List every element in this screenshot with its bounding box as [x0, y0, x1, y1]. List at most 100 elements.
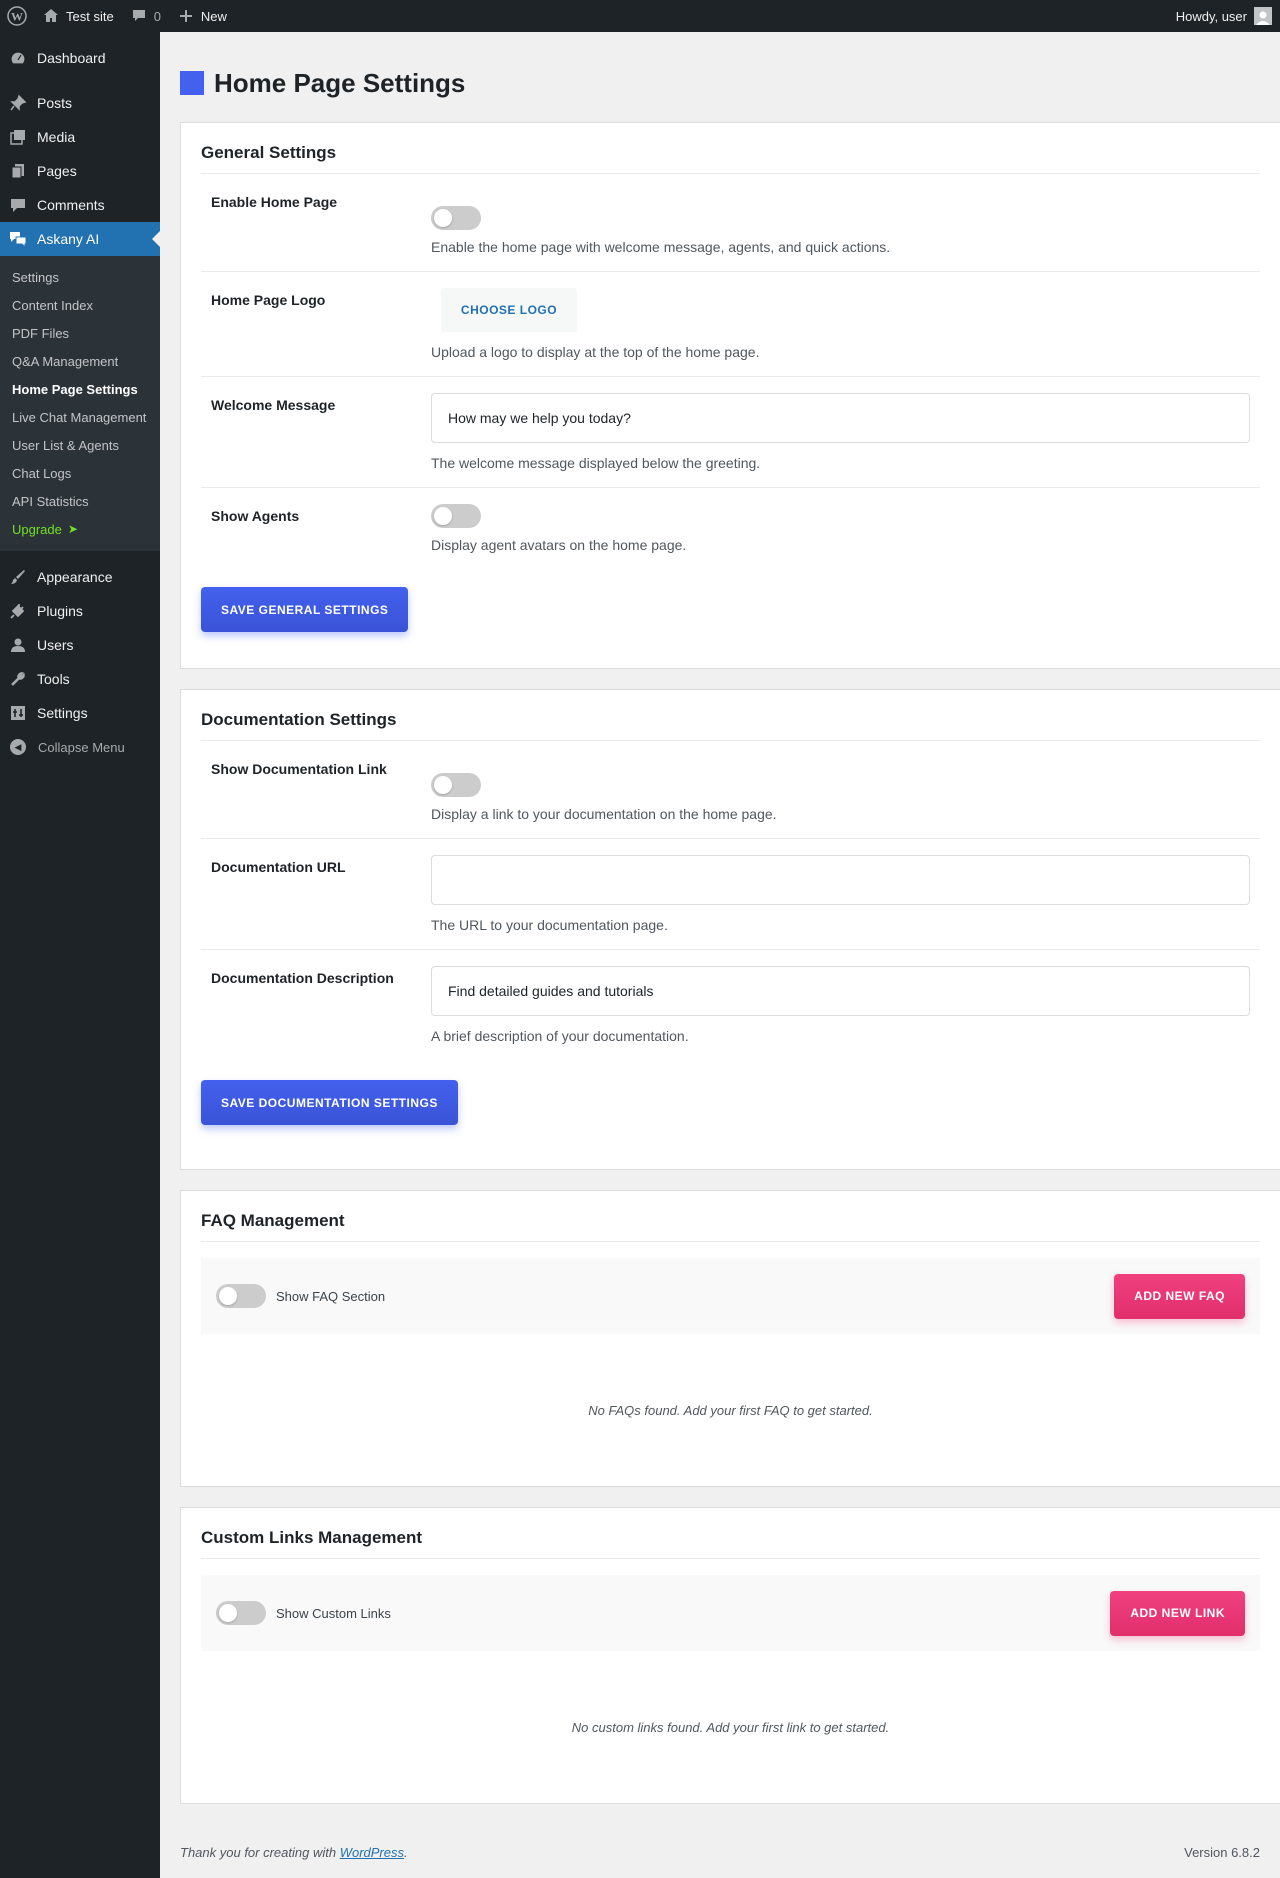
sidebar-item-users[interactable]: Users: [0, 628, 160, 662]
faq-toolbar: Show FAQ Section ADD NEW FAQ: [201, 1258, 1260, 1334]
new-content-link[interactable]: New: [169, 0, 235, 32]
wordpress-logo-icon[interactable]: W: [0, 0, 34, 32]
field-label: Show Agents: [211, 508, 300, 524]
enable-home-page-toggle[interactable]: [431, 206, 481, 230]
collapse-label: Collapse Menu: [38, 739, 125, 755]
collapse-menu-button[interactable]: ◀ Collapse Menu: [0, 730, 160, 764]
field-description: Upload a logo to display at the top of t…: [431, 344, 760, 360]
wordpress-link[interactable]: WordPress: [340, 1845, 404, 1860]
sidebar-item-pages[interactable]: Pages: [0, 154, 160, 188]
sidebar-item-plugins[interactable]: Plugins: [0, 594, 160, 628]
card-title: Custom Links Management: [201, 1508, 1260, 1559]
welcome-message-input[interactable]: How may we help you today?: [431, 393, 1250, 443]
submenu-item-user-list-agents[interactable]: User List & Agents: [0, 431, 160, 459]
sidebar-item-askany-ai[interactable]: Askany AI: [0, 222, 160, 256]
documentation-description-input[interactable]: Find detailed guides and tutorials: [431, 966, 1250, 1016]
home-icon: [42, 7, 60, 25]
site-link[interactable]: Test site: [34, 0, 122, 32]
sidebar-item-dashboard[interactable]: Dashboard: [0, 41, 160, 75]
card-title: FAQ Management: [201, 1191, 1260, 1242]
submenu-item-chat-logs[interactable]: Chat Logs: [0, 459, 160, 487]
settings-row: Documentation URL The URL to your docume…: [201, 839, 1260, 950]
media-icon: [9, 128, 27, 146]
howdy-text: Howdy, user: [1175, 8, 1247, 24]
field-label: Enable Home Page: [211, 194, 338, 210]
choose-logo-button[interactable]: CHOOSE LOGO: [441, 288, 577, 332]
field-label: Documentation Description: [211, 970, 394, 986]
sidebar-item-label: Pages: [37, 163, 77, 179]
sidebar-item-comments[interactable]: Comments: [0, 188, 160, 222]
page-header: Home Page Settings: [180, 32, 1280, 122]
brush-icon: [9, 568, 27, 586]
card-title: General Settings: [201, 123, 1260, 174]
links-empty-message: No custom links found. Add your first li…: [571, 1719, 890, 1735]
submenu-item-qa-management[interactable]: Q&A Management: [0, 347, 160, 375]
sidebar-item-label: Posts: [37, 95, 73, 111]
field-description: Display a link to your documentation on …: [431, 806, 777, 822]
submenu-item-home-page-settings[interactable]: Home Page Settings: [0, 375, 160, 403]
sidebar-item-appearance[interactable]: Appearance: [0, 560, 160, 594]
field-label: Welcome Message: [211, 397, 336, 413]
show-documentation-link-toggle[interactable]: [431, 773, 481, 797]
add-new-faq-button[interactable]: ADD NEW FAQ: [1114, 1273, 1245, 1319]
submenu-item-upgrade[interactable]: Upgrade ➤: [0, 515, 160, 543]
submenu-item-pdf-files[interactable]: PDF Files: [0, 319, 160, 347]
field-label: Documentation URL: [211, 859, 346, 875]
general-settings-card: General Settings Enable Home Page Enable…: [180, 122, 1280, 669]
field-description: The welcome message displayed below the …: [431, 455, 761, 471]
new-label: New: [200, 8, 227, 24]
site-name: Test site: [66, 8, 114, 24]
admin-sidebar: Dashboard Posts Media Pages Comments Ask…: [0, 32, 160, 1878]
save-general-settings-button[interactable]: SAVE GENERAL SETTINGS: [201, 587, 409, 632]
askany-submenu: Settings Content Index PDF Files Q&A Man…: [0, 256, 160, 551]
sidebar-item-label: Dashboard: [37, 50, 106, 66]
collapse-icon: ◀: [10, 739, 26, 755]
sidebar-item-tools[interactable]: Tools: [0, 662, 160, 696]
show-agents-toggle[interactable]: [431, 504, 481, 528]
settings-row: Show Documentation Link Display a link t…: [201, 741, 1260, 839]
comment-icon: [130, 7, 148, 25]
sidebar-item-posts[interactable]: Posts: [0, 86, 160, 120]
custom-links-card: Custom Links Management Show Custom Link…: [180, 1507, 1280, 1804]
submenu-item-settings[interactable]: Settings: [0, 263, 160, 291]
version-text: Version 6.8.2: [1184, 1845, 1260, 1860]
footer-thanks: Thank you for creating with WordPress.: [180, 1845, 408, 1860]
sidebar-item-label: Plugins: [37, 603, 83, 619]
card-title: Documentation Settings: [201, 690, 1260, 741]
settings-row: Home Page Logo CHOOSE LOGO Upload a logo…: [201, 272, 1260, 377]
settings-row: Welcome Message How may we help you toda…: [201, 377, 1260, 488]
account-menu[interactable]: Howdy, user: [1176, 7, 1280, 25]
field-label: Home Page Logo: [211, 292, 326, 308]
footer-text: Thank you for creating with: [180, 1845, 340, 1860]
toggle-label: Show FAQ Section: [276, 1288, 386, 1304]
save-documentation-settings-button[interactable]: SAVE DOCUMENTATION SETTINGS: [201, 1080, 458, 1125]
submenu-item-live-chat-management[interactable]: Live Chat Management: [0, 403, 160, 431]
sidebar-item-media[interactable]: Media: [0, 120, 160, 154]
svg-text:W: W: [11, 10, 23, 24]
sidebar-item-label: Settings: [37, 705, 88, 721]
faq-empty-message: No FAQs found. Add your first FAQ to get…: [588, 1402, 873, 1418]
show-faq-section-toggle[interactable]: [216, 1284, 266, 1308]
pin-icon: [9, 94, 27, 112]
user-icon: [9, 636, 27, 654]
field-description: Enable the home page with welcome messag…: [431, 239, 891, 255]
links-toolbar: Show Custom Links ADD NEW LINK: [201, 1575, 1260, 1651]
admin-footer: Thank you for creating with WordPress. V…: [180, 1845, 1260, 1860]
comment-icon: [9, 196, 27, 214]
admin-bar: W Test site 0 New Howdy, user: [0, 0, 1280, 32]
documentation-url-input[interactable]: [431, 855, 1250, 905]
upgrade-label: Upgrade: [12, 521, 62, 537]
dashboard-icon: [9, 49, 27, 67]
wrench-icon: [9, 670, 27, 688]
settings-row: Documentation Description Find detailed …: [201, 950, 1260, 1060]
sidebar-item-settings[interactable]: Settings: [0, 696, 160, 730]
sidebar-item-label: Media: [37, 129, 76, 145]
add-new-link-button[interactable]: ADD NEW LINK: [1110, 1590, 1245, 1636]
submenu-item-content-index[interactable]: Content Index: [0, 291, 160, 319]
show-custom-links-toggle[interactable]: [216, 1601, 266, 1625]
comments-link[interactable]: 0: [122, 0, 169, 32]
plus-icon: [177, 7, 195, 25]
faq-management-card: FAQ Management Show FAQ Section ADD NEW …: [180, 1190, 1280, 1487]
documentation-settings-card: Documentation Settings Show Documentatio…: [180, 689, 1280, 1170]
submenu-item-api-statistics[interactable]: API Statistics: [0, 487, 160, 515]
